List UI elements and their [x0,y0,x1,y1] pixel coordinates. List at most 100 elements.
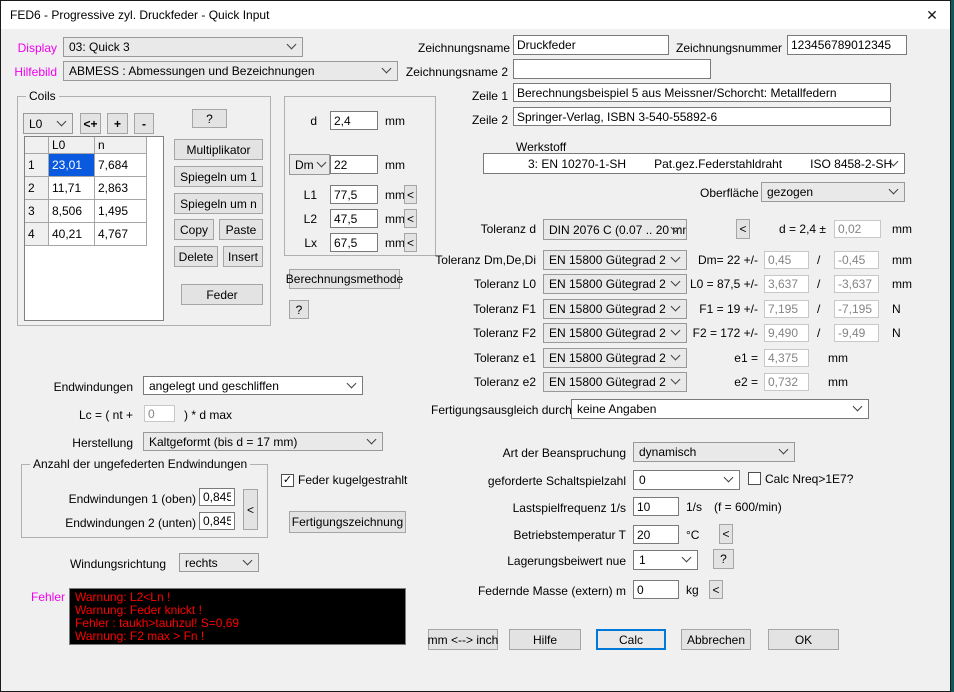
lastspielfrequenz-field[interactable] [633,497,679,516]
betriebstemperatur-pick-button[interactable]: < [719,524,733,544]
toleranz-dm-label: Toleranz Dm,De,Di [421,253,536,267]
toleranz-l0-plus-field[interactable] [764,275,809,293]
endwindungen-combobox[interactable]: angelegt und geschliffen [143,376,363,395]
zeichnungsname-field[interactable] [513,35,669,55]
zeichnungsname2-field[interactable] [513,59,711,79]
l1-field[interactable] [330,185,378,204]
zeile1-field[interactable] [513,83,891,102]
lc-field[interactable] [144,405,175,422]
cell-l0[interactable]: 11,71 [49,177,95,200]
row-header[interactable]: 2 [25,177,49,200]
toleranz-d-combobox[interactable]: DIN 2076 C (0.07 .. 20 mm) [543,219,687,240]
toleranz-d-value-field[interactable] [834,220,881,238]
mm-inch-button[interactable]: mm <--> inch [428,629,498,650]
toleranz-dm-plus-field[interactable] [764,251,809,269]
calc-nreq-label: Calc Nreq>1E7? [765,472,853,486]
dm-field[interactable] [330,155,378,174]
endwindungen2-field[interactable] [199,512,235,530]
coils-help-button[interactable]: ? [192,109,227,128]
fertigungszeichnung-button[interactable]: Fertigungszeichnung [289,511,406,533]
spiegeln-um-1-button[interactable]: Spiegeln um 1 [174,166,263,187]
toleranz-e1-value-field[interactable] [764,349,809,367]
calc-button[interactable]: Calc [596,629,666,650]
cell-n[interactable]: 1,495 [95,200,147,223]
l2-pick-button[interactable]: < [404,209,417,228]
feder-kugelgestrahlt-checkbox[interactable]: ✓ [281,474,294,487]
coils-mode-combobox[interactable]: L0 [23,113,73,134]
toleranz-f2-minus-field[interactable] [834,324,879,342]
dm-combobox[interactable]: Dm [289,154,330,175]
d-field[interactable] [330,111,378,130]
display-combobox[interactable]: 03: Quick 3 [63,37,303,57]
insert-button[interactable]: Insert [223,246,263,267]
toleranz-e2-value-field[interactable] [764,373,809,391]
table-row: 4 40,21 4,767 [25,223,163,246]
lx-pick-button[interactable]: < [404,233,417,252]
cell-l0[interactable]: 8,506 [49,200,95,223]
beanspruchung-combobox[interactable]: dynamisch [633,442,795,462]
windungsrichtung-combobox[interactable]: rechts [179,553,259,572]
chevron-down-icon [724,473,734,483]
cell-n[interactable]: 7,684 [95,154,147,177]
lagerungsbeiwert-combobox[interactable]: 1 [633,550,698,570]
werkstoff-combobox[interactable]: 3: EN 10270-1-SH Pat.gez.Federstahldraht… [483,153,905,174]
coils-remove-button[interactable]: - [134,113,154,134]
header-cell-num [25,137,49,154]
paste-button[interactable]: Paste [219,219,263,240]
toleranz-f1-plus-field[interactable] [764,300,809,318]
row-header[interactable]: 4 [25,223,49,246]
coils-transfer-button[interactable]: <+ [80,113,101,134]
feder-button[interactable]: Feder [181,284,263,305]
cell-n[interactable]: 4,767 [95,223,147,246]
toleranz-f2-plus-field[interactable] [764,324,809,342]
schaltspielzahl-combobox[interactable]: 0 [633,470,740,490]
federnde-masse-field[interactable] [633,580,679,599]
ok-button[interactable]: OK [768,629,839,650]
coils-add-button[interactable]: + [107,113,128,134]
spiegeln-um-n-button[interactable]: Spiegeln um n [174,193,263,214]
l1-pick-button[interactable]: < [404,185,417,204]
toleranz-dm-minus-field[interactable] [834,251,879,269]
row-header[interactable]: 1 [25,154,49,177]
beanspruchung-label: Art der Beanspruchung [481,446,626,460]
calc-nreq-checkbox[interactable] [748,472,761,485]
cell-l0[interactable]: 40,21 [49,223,95,246]
hilfebild-value: ABMESS : Abmessungen und Bezeichnungen [69,64,315,78]
hilfebild-combobox[interactable]: ABMESS : Abmessungen und Bezeichnungen [63,61,398,81]
lx-field[interactable] [330,233,378,252]
dims-help-button[interactable]: ? [289,300,309,319]
lagerungsbeiwert-help-button[interactable]: ? [713,549,734,569]
cell-l0[interactable]: 23,01 [49,154,95,177]
betriebstemperatur-field[interactable] [633,525,679,544]
abbrechen-button[interactable]: Abbrechen [681,629,751,650]
toleranz-l0-label: Toleranz L0 [421,277,536,291]
delete-button[interactable]: Delete [174,246,218,267]
oberflaeche-combobox[interactable]: gezogen [761,182,905,202]
endwindungen-value: angelegt und geschliffen [149,379,279,393]
federnde-masse-pick-button[interactable]: < [709,580,723,599]
zeile2-field[interactable] [513,107,891,126]
fertigungsausgleich-combobox[interactable]: keine Angaben [571,399,869,419]
row-header[interactable]: 3 [25,200,49,223]
fertigungsausgleich-label: Fertigungsausgleich durch [431,403,566,417]
copy-button[interactable]: Copy [174,219,214,240]
l2-field[interactable] [330,209,378,228]
toleranz-f1-minus-field[interactable] [834,300,879,318]
l1-unit: mm [385,188,405,202]
toleranz-l0-minus-field[interactable] [834,275,879,293]
betriebstemperatur-label: Betriebstemperatur T [481,528,626,542]
herstellung-combobox[interactable]: Kaltgeformt (bis d = 17 mm) [143,432,383,451]
cell-n[interactable]: 2,863 [95,177,147,200]
slash-label: / [817,253,820,267]
multiplikator-button[interactable]: Multiplikator [174,139,263,160]
hilfe-button[interactable]: Hilfe [509,629,581,650]
lc-prefix-label: Lc = ( nt + [56,408,133,422]
berechnungsmethode-button[interactable]: Berechnungsmethode [289,269,400,289]
close-icon[interactable]: ✕ [921,5,943,25]
endwindungen1-field[interactable] [199,488,235,506]
toleranz-e2-label: Toleranz e2 [421,375,536,389]
zeichnungsnummer-field[interactable] [787,35,907,55]
endwindungen-pick-button[interactable]: < [243,489,258,530]
zeile1-label: Zeile 1 [441,89,508,103]
schaltspielzahl-value: 0 [639,473,646,487]
